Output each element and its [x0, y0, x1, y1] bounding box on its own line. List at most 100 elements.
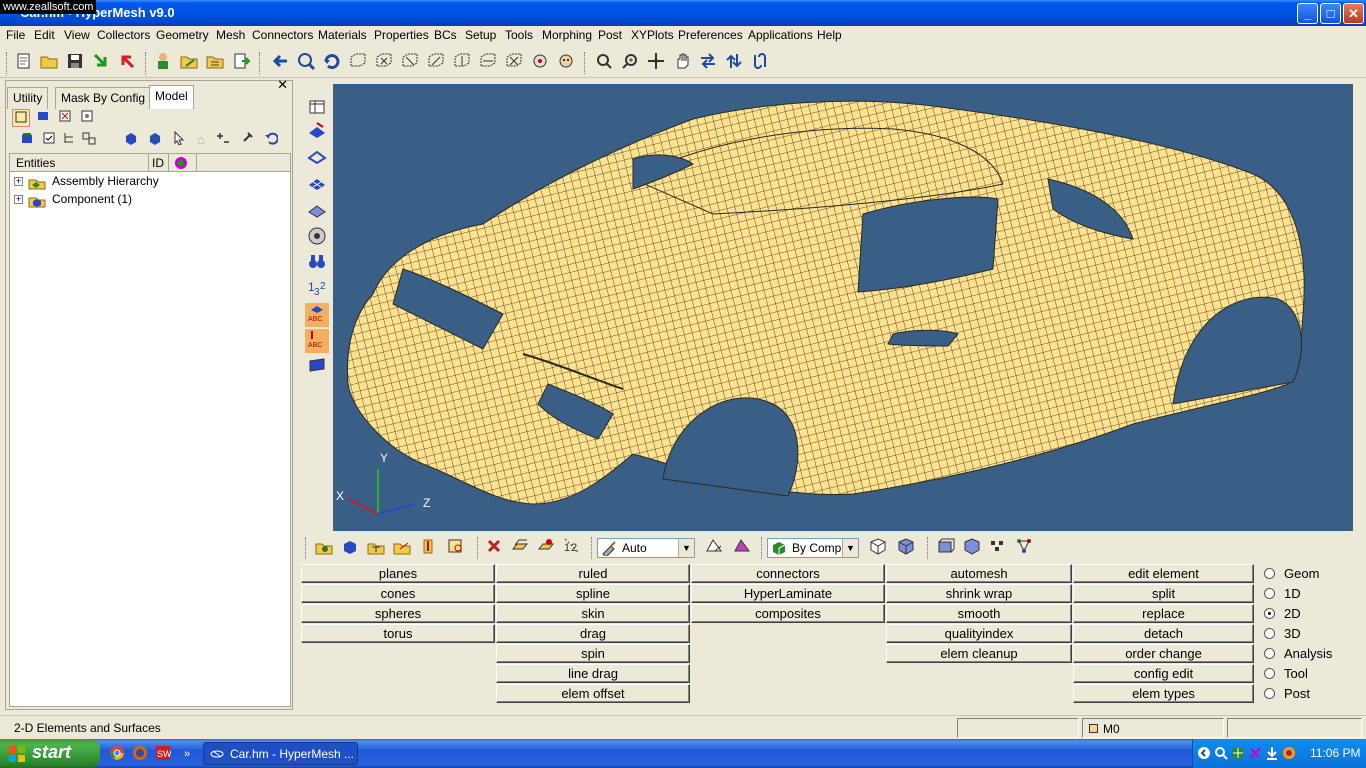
firefox-icon[interactable] — [131, 745, 149, 763]
node-pattern-icon[interactable] — [987, 537, 1009, 559]
spline-button[interactable]: spline — [496, 584, 690, 603]
find-binoculars-icon[interactable] — [305, 251, 329, 275]
visualization-icon[interactable] — [305, 96, 329, 120]
cones-button[interactable]: cones — [301, 584, 495, 603]
rotate-icon[interactable] — [322, 52, 342, 72]
elem-types-button[interactable]: elem types — [1073, 684, 1254, 703]
menu-geometry[interactable]: Geometry — [156, 28, 209, 42]
menu-xyplots[interactable]: XYPlots — [631, 28, 674, 42]
download-tray-icon[interactable] — [1265, 746, 1279, 760]
user-profile-icon[interactable] — [153, 52, 173, 72]
detach-button[interactable]: detach — [1073, 624, 1254, 643]
mesh-shaded-icon[interactable] — [305, 173, 329, 197]
capture-icon[interactable] — [530, 52, 550, 72]
hyperlaminate-button[interactable]: HyperLaminate — [691, 584, 885, 603]
view-top-icon[interactable] — [374, 52, 394, 72]
add-remove-icon[interactable] — [214, 131, 232, 149]
config-entity-icon[interactable] — [78, 109, 96, 127]
transparency-icon[interactable] — [703, 537, 725, 559]
menu-post[interactable]: Post — [598, 28, 622, 42]
hierarchy-icon[interactable] — [60, 131, 78, 149]
maximize-button[interactable]: □ — [1320, 3, 1341, 24]
view-front-icon[interactable] — [426, 52, 446, 72]
new-file-icon[interactable] — [13, 52, 33, 72]
import-arrow-icon[interactable] — [91, 52, 111, 72]
tab-utility[interactable]: Utility — [7, 87, 49, 109]
connectivity-icon[interactable] — [1013, 537, 1035, 559]
menu-properties[interactable]: Properties — [374, 28, 429, 42]
connectors-button[interactable]: connectors — [691, 564, 885, 583]
radio-circle[interactable] — [1264, 688, 1275, 699]
spin-button[interactable]: spin — [496, 644, 690, 663]
quicklaunch-overflow-icon[interactable]: » — [178, 745, 196, 763]
shrink-wrap-button[interactable]: shrink wrap — [886, 584, 1072, 603]
numbering-icon[interactable]: 12 — [561, 537, 583, 559]
menu-applications[interactable]: Applications — [748, 28, 813, 42]
minimize-button[interactable]: _ — [1297, 3, 1318, 24]
menu-materials[interactable]: Materials — [318, 28, 367, 42]
show-all-icon[interactable] — [18, 131, 36, 149]
column-id[interactable]: ID — [152, 156, 164, 170]
radio-circle[interactable] — [1264, 588, 1275, 599]
select-cursor-icon[interactable] — [170, 130, 188, 149]
feature-edges-icon[interactable] — [935, 537, 957, 559]
solidworks-icon[interactable]: SW — [154, 745, 172, 763]
component-display-icon[interactable] — [339, 537, 361, 559]
smooth-button[interactable]: smooth — [886, 604, 1072, 623]
export-file-icon[interactable] — [231, 52, 251, 72]
tab-model[interactable]: Model — [149, 85, 194, 109]
flip-horizontal-icon[interactable] — [698, 52, 718, 72]
export-arrow-icon[interactable] — [117, 52, 137, 72]
network-tray-icon[interactable] — [1231, 746, 1245, 760]
column-color-icon[interactable] — [174, 156, 188, 173]
display-mode-select[interactable]: By Comp ▼ — [767, 538, 859, 558]
config-edit-button[interactable]: config edit — [1073, 664, 1254, 683]
replace-button[interactable]: replace — [1073, 604, 1254, 623]
element-color-mode-select[interactable]: Auto ▼ — [597, 538, 695, 558]
menu-setup[interactable]: Setup — [465, 28, 496, 42]
view-left-icon[interactable] — [478, 52, 498, 72]
start-button[interactable]: start — [0, 739, 100, 768]
component-view-icon[interactable] — [12, 109, 30, 127]
wireframe-icon[interactable] — [305, 146, 329, 170]
shaded-cube-icon[interactable] — [895, 537, 917, 559]
delete-entity-icon[interactable] — [56, 109, 74, 127]
radio-circle[interactable] — [1264, 648, 1275, 659]
model-display-icon[interactable] — [313, 537, 335, 559]
expand-tree-icon[interactable] — [80, 131, 98, 149]
undo-icon[interactable] — [262, 131, 280, 149]
results-folder-icon[interactable] — [205, 52, 225, 72]
surface-icon[interactable] — [305, 355, 329, 379]
save-icon[interactable] — [65, 52, 85, 72]
assembly-cube-icon[interactable] — [146, 131, 164, 149]
load-collector-icon[interactable] — [417, 537, 439, 559]
planes-button[interactable]: planes — [301, 564, 495, 583]
zoom-icon[interactable] — [296, 52, 316, 72]
radio-circle[interactable] — [1264, 628, 1275, 639]
folder-display-icon[interactable] — [391, 537, 413, 559]
security-tray-icon[interactable] — [1282, 746, 1296, 760]
menu-edit[interactable]: Edit — [34, 28, 55, 42]
view-back-icon[interactable] — [452, 52, 472, 72]
mask-icon[interactable] — [509, 537, 531, 559]
unmask-icon[interactable] — [535, 537, 557, 559]
part-view-icon[interactable] — [34, 109, 52, 127]
menu-preferences[interactable]: Preferences — [678, 28, 743, 42]
automesh-button[interactable]: automesh — [886, 564, 1072, 583]
elem-cleanup-button[interactable]: elem cleanup — [886, 644, 1072, 663]
torus-button[interactable]: torus — [301, 624, 495, 643]
menu-connectors[interactable]: Connectors — [252, 28, 313, 42]
shrink-color-icon[interactable] — [731, 537, 753, 559]
expand-icon[interactable]: + — [14, 177, 23, 186]
label-arrow-icon[interactable]: ABC — [305, 329, 329, 353]
column-entities[interactable]: Entities — [16, 156, 55, 170]
current-component-field[interactable]: M0 — [1082, 718, 1224, 738]
menu-bcs[interactable]: BCs — [434, 28, 457, 42]
pin-icon[interactable] — [238, 131, 256, 149]
taskbar-item-hypermesh[interactable]: Car.hm - HyperMesh ... — [203, 742, 358, 765]
panel-close-icon[interactable]: ✕ — [277, 77, 288, 93]
close-button[interactable]: ✕ — [1343, 3, 1364, 24]
radio-circle[interactable] — [1264, 568, 1275, 579]
mesh-lines-icon[interactable] — [305, 200, 329, 224]
graphics-viewport[interactable]: Y Z X — [333, 84, 1353, 531]
